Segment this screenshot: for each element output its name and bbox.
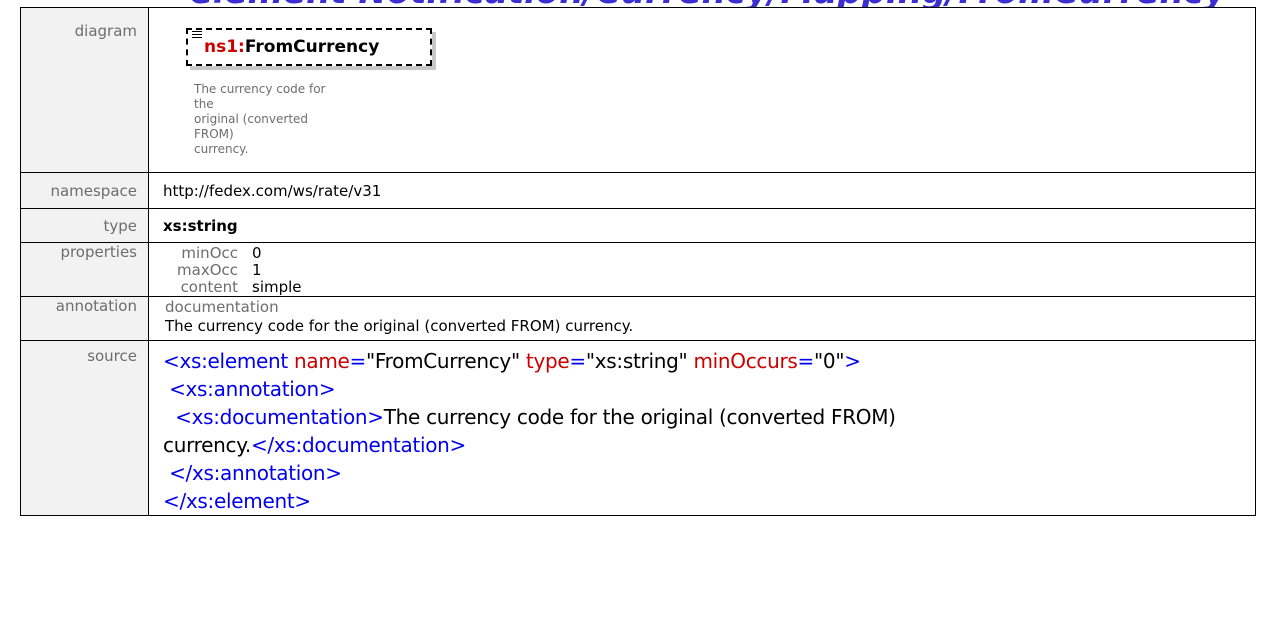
diagram-doc-line: original (converted FROM) — [194, 112, 309, 141]
diagram-cell: ns1:FromCurrency The currency code for t… — [148, 7, 1256, 173]
xml-tag: <xs:annotation> — [163, 377, 336, 401]
properties-label: properties — [20, 242, 149, 297]
element-local-name: FromCurrency — [244, 37, 380, 57]
xml-attr-name: minOccurs — [693, 349, 798, 373]
xml-attr-value: "xs:string" — [585, 349, 688, 373]
annotation-row: annotation documentation The currency co… — [20, 296, 1256, 341]
properties-cell: minOcc 0 maxOcc 1 content simple — [148, 242, 1256, 297]
xml-tag: <xs:documentation> — [163, 405, 384, 429]
property-value: 1 — [252, 261, 262, 279]
type-value: xs:string — [148, 208, 1256, 243]
annotation-cell: documentation The currency code for the … — [148, 296, 1256, 341]
xml-text: currency. — [163, 433, 251, 457]
property-key: minOcc — [181, 244, 238, 262]
property-value: simple — [252, 278, 302, 296]
diagram-doc-line: currency. — [194, 142, 249, 156]
xml-attr-name: name — [294, 349, 350, 373]
source-code: <xs:element name="FromCurrency" type="xs… — [163, 349, 896, 513]
type-row: type xs:string — [20, 208, 1256, 243]
source-cell: <xs:element name="FromCurrency" type="xs… — [148, 340, 1256, 516]
property-key: content — [180, 278, 238, 296]
xml-text: The currency code for the original (conv… — [383, 405, 896, 429]
xml-tag: </xs:documentation> — [250, 433, 466, 457]
element-namespace-prefix: ns1: — [204, 37, 245, 57]
source-row: source <xs:element name="FromCurrency" t… — [20, 340, 1256, 516]
diagram-row: diagram ns1:FromCurrency The currency co… — [20, 7, 1256, 173]
annotation-label: annotation — [20, 296, 149, 341]
annotation-heading: documentation — [165, 298, 279, 316]
namespace-label: namespace — [20, 172, 149, 209]
property-row: maxOcc 1 — [149, 262, 1255, 279]
previous-heading-fragment: element Notification/Currency/Mapping/Fr… — [0, 0, 1266, 7]
element-box[interactable]: ns1:FromCurrency — [186, 28, 432, 66]
element-box-name: ns1:FromCurrency — [204, 37, 379, 57]
xml-tag: </xs:annotation> — [163, 461, 342, 485]
xml-tag: <xs:element — [163, 349, 288, 373]
diagram-label: diagram — [20, 7, 149, 173]
element-diagram: ns1:FromCurrency The currency code for t… — [163, 8, 1255, 172]
type-value-text: xs:string — [163, 216, 238, 235]
source-label: source — [20, 340, 149, 516]
xml-attr-value: "0" — [814, 349, 845, 373]
properties-row: properties minOcc 0 maxOcc 1 content simple — [20, 242, 1256, 297]
annotation-text: The currency code for the original (conv… — [165, 317, 634, 335]
properties-list: minOcc 0 maxOcc 1 content simple — [149, 243, 1255, 296]
xml-tag: </xs:element> — [163, 489, 311, 513]
property-key: maxOcc — [177, 261, 238, 279]
property-row: minOcc 0 — [149, 245, 1255, 262]
xml-attr-value: "FromCurrency" — [366, 349, 520, 373]
xml-attr-name: type — [525, 349, 570, 373]
namespace-row: namespace http://fedex.com/ws/rate/v31 — [20, 172, 1256, 209]
type-label: type — [20, 208, 149, 243]
diagram-doc-line: The currency code for the — [194, 82, 326, 111]
xml-tag-close: > — [844, 349, 861, 373]
property-row: content simple — [149, 279, 1255, 296]
property-value: 0 — [252, 244, 262, 262]
documentation-lines-icon — [192, 31, 202, 41]
element-doc-table: diagram ns1:FromCurrency The currency co… — [20, 7, 1256, 516]
diagram-documentation: The currency code for the original (conv… — [194, 82, 334, 157]
namespace-value: http://fedex.com/ws/rate/v31 — [148, 172, 1256, 209]
